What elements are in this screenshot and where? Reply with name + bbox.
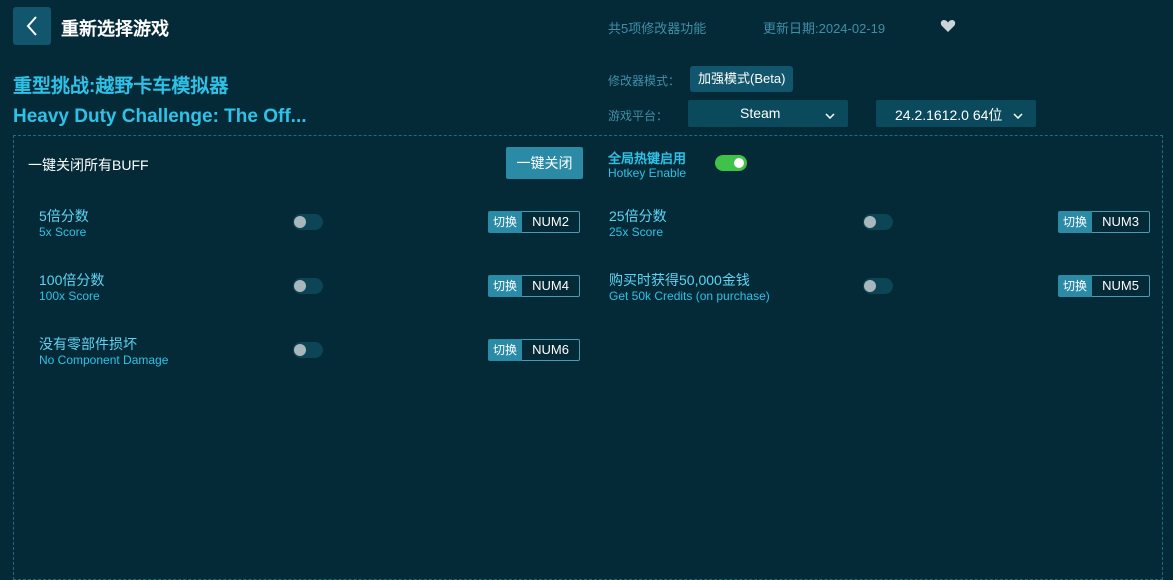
hotkey-switch-label: 切换	[1058, 275, 1093, 297]
option-50k-credits-toggle[interactable]	[863, 278, 893, 294]
game-name-cn: 重型挑战:越野卡车模拟器	[13, 76, 229, 97]
close-all-button[interactable]: 一键关闭	[506, 147, 583, 179]
platform-value: Steam	[740, 105, 781, 121]
update-date: 更新日期:2024-02-19	[763, 21, 886, 36]
options-panel	[13, 135, 1163, 580]
platform-select[interactable]: Steam	[688, 100, 848, 127]
option-25x-score-hotkey[interactable]: 切换 NUM3	[1058, 211, 1151, 233]
hotkey-key: NUM4	[522, 275, 581, 297]
back-button[interactable]	[13, 7, 51, 45]
option-50k-credits-label: 购买时获得50,000金钱	[609, 272, 750, 288]
toggle-knob	[294, 216, 306, 228]
hotkey-key: NUM2	[522, 211, 581, 233]
option-25x-score-toggle[interactable]	[863, 214, 893, 230]
disable-all-buff-label: 一键关闭所有BUFF	[28, 157, 149, 173]
game-name-en: Heavy Duty Challenge: The Off...	[13, 106, 307, 127]
hotkey-switch-label: 切换	[488, 211, 523, 233]
version-value: 24.2.1612.0 64位	[895, 107, 1003, 123]
chevron-down-icon	[1013, 113, 1023, 119]
platform-label: 游戏平台：	[608, 109, 669, 123]
option-no-damage-hotkey[interactable]: 切换 NUM6	[488, 339, 581, 361]
option-25x-score-label: 25倍分数	[609, 208, 667, 224]
hotkey-key: NUM6	[522, 339, 581, 361]
option-5x-score-toggle[interactable]	[293, 214, 323, 230]
toggle-knob	[864, 280, 876, 292]
option-100x-score-label: 100倍分数	[39, 272, 105, 288]
hotkey-label-cn: 全局热键启用	[608, 151, 687, 166]
option-no-damage-sublabel: No Component Damage	[39, 353, 169, 367]
option-5x-score-hotkey[interactable]: 切换 NUM2	[488, 211, 581, 233]
hotkey-switch-label: 切换	[488, 339, 523, 361]
version-select[interactable]: 24.2.1612.0 64位	[876, 100, 1036, 127]
chevron-down-icon	[825, 113, 835, 119]
heart-icon[interactable]	[940, 18, 956, 34]
option-100x-score-hotkey[interactable]: 切换 NUM4	[488, 275, 581, 297]
hotkey-label-en: Hotkey Enable	[608, 166, 687, 180]
hotkey-switch-label: 切换	[1058, 211, 1093, 233]
option-no-damage-toggle[interactable]	[293, 342, 323, 358]
toggle-knob	[734, 158, 744, 168]
page-title: 重新选择游戏	[61, 19, 169, 39]
option-5x-score-sublabel: 5x Score	[39, 225, 87, 239]
mode-badge[interactable]: 加强模式(Beta)	[690, 66, 794, 92]
hotkey-key: NUM5	[1092, 275, 1151, 297]
hotkey-enable-toggle[interactable]	[715, 155, 747, 171]
option-50k-credits-sublabel: Get 50k Credits (on purchase)	[609, 289, 770, 303]
mode-label: 修改器模式：	[608, 74, 681, 88]
feature-count: 共5项修改器功能	[608, 21, 707, 36]
option-5x-score-label: 5倍分数	[39, 208, 89, 224]
toggle-knob	[294, 344, 306, 356]
option-100x-score-toggle[interactable]	[293, 278, 323, 294]
option-100x-score-sublabel: 100x Score	[39, 289, 100, 303]
toggle-knob	[294, 280, 306, 292]
hotkey-switch-label: 切换	[488, 275, 523, 297]
option-25x-score-sublabel: 25x Score	[609, 225, 664, 239]
hotkey-key: NUM3	[1092, 211, 1151, 233]
option-no-damage-label: 没有零部件损坏	[39, 336, 137, 352]
option-50k-credits-hotkey[interactable]: 切换 NUM5	[1058, 275, 1151, 297]
toggle-knob	[864, 216, 876, 228]
chevron-left-icon	[26, 16, 37, 36]
